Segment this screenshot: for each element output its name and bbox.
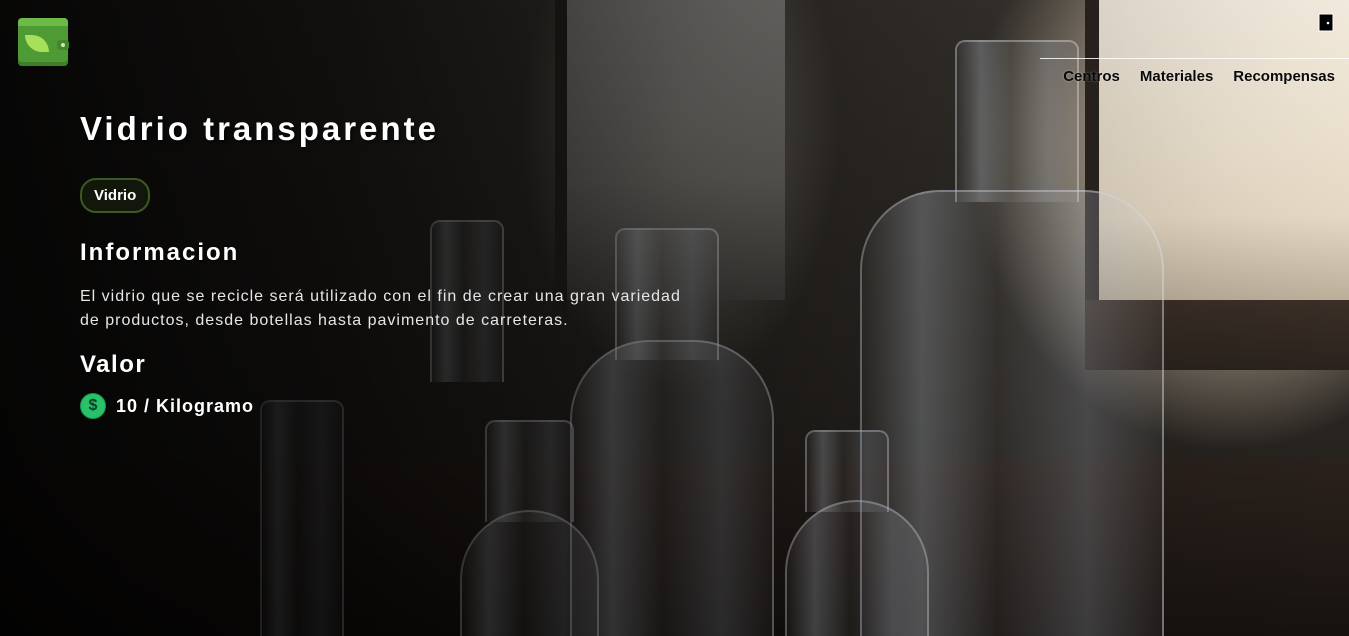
material-description: El vidrio que se recicle será utilizado … — [80, 288, 681, 329]
nav-link-centros[interactable]: Centros — [1063, 68, 1120, 85]
material-detail: Vidrio transparente Vidrio Informacion E… — [80, 110, 700, 419]
page-title: Vidrio transparente — [80, 110, 439, 147]
info-heading: Informacion — [80, 239, 240, 266]
door-icon[interactable] — [1318, 13, 1334, 32]
dollar-coin-icon: $ — [80, 393, 106, 419]
value-row: $ 10 / Kilogramo — [80, 393, 700, 419]
wallet-leaf-icon[interactable] — [18, 18, 69, 66]
nav-link-recompensas[interactable]: Recompensas — [1233, 68, 1335, 85]
main-nav: Centros Materiales Recompensas — [1063, 68, 1335, 85]
nav-link-materiales[interactable]: Materiales — [1140, 68, 1213, 85]
value-heading: Valor — [80, 351, 147, 378]
category-badge: Vidrio — [80, 178, 151, 213]
nav-divider — [1040, 58, 1349, 59]
value-text: 10 / Kilogramo — [116, 395, 255, 416]
